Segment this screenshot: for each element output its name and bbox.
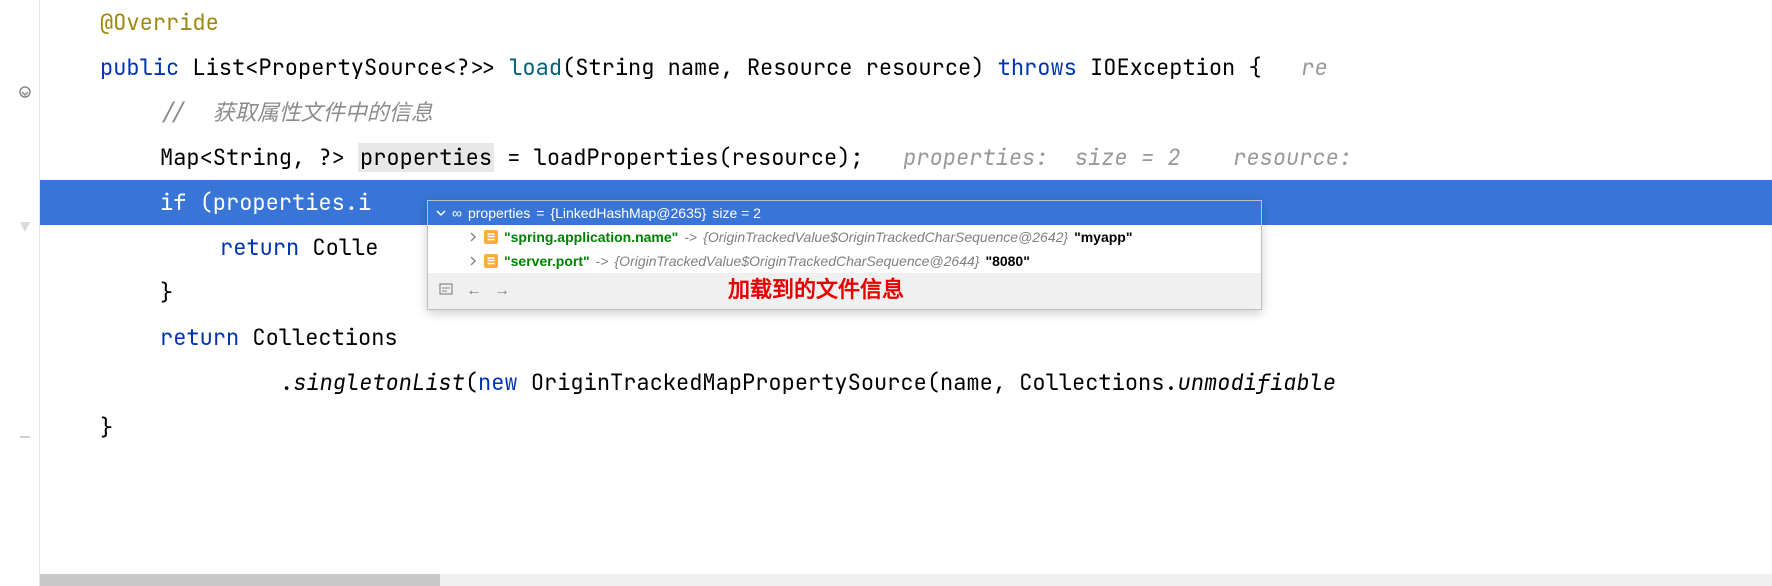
code-line: return Collections — [40, 315, 1772, 360]
nav-forward-icon[interactable]: → — [494, 282, 510, 300]
scrollbar-thumb[interactable] — [40, 574, 440, 586]
entry-key: "server.port" — [504, 253, 590, 269]
map-entry-icon: ☰ — [484, 254, 498, 268]
object-reference: {OriginTrackedValue$OriginTrackedCharSeq… — [703, 229, 1068, 245]
code-line: // 获取属性文件中的信息 — [40, 90, 1772, 135]
editor-gutter — [0, 0, 40, 586]
method-name: load — [509, 53, 562, 82]
chevron-right-icon[interactable] — [468, 256, 478, 266]
debug-entry-row[interactable]: ☰ "server.port" -> {OriginTrackedValue$O… — [428, 249, 1261, 273]
entry-value: "myapp" — [1074, 229, 1132, 245]
horizontal-scrollbar[interactable] — [40, 574, 1772, 586]
user-annotation: 加载到的文件信息 — [728, 272, 904, 304]
breakpoint-marker-icon[interactable] — [18, 220, 32, 234]
comment: // 获取属性文件中的信息 — [160, 98, 433, 127]
nav-back-icon[interactable]: ← — [466, 282, 482, 300]
debug-popup-toolbar: ← → 加载到的文件信息 — [428, 273, 1261, 309]
chevron-down-icon[interactable] — [436, 208, 446, 218]
entry-key: "spring.application.name" — [504, 229, 678, 245]
set-value-icon[interactable] — [438, 281, 454, 302]
code-line: .singletonList(new OriginTrackedMapPrope… — [40, 360, 1772, 405]
method-override-icon[interactable] — [18, 85, 32, 99]
code-line: } — [40, 405, 1772, 450]
code-line: public List<PropertySource<?>> load(Stri… — [40, 45, 1772, 90]
debug-entry-row[interactable]: ☰ "spring.application.name" -> {OriginTr… — [428, 225, 1261, 249]
debug-variable-popup: ∞ properties = {LinkedHashMap@2635} size… — [427, 200, 1262, 310]
entry-value: "8080" — [985, 253, 1029, 269]
block-fold-icon[interactable] — [18, 430, 32, 444]
map-entry-icon: ☰ — [484, 230, 498, 244]
code-line: @Override — [40, 0, 1772, 45]
inline-hint: re — [1301, 53, 1327, 82]
keyword: public — [100, 53, 179, 82]
object-icon: ∞ — [452, 205, 462, 221]
inline-debug-hint: properties: size = 2 resource: — [903, 143, 1352, 172]
object-reference: {OriginTrackedValue$OriginTrackedCharSeq… — [615, 253, 980, 269]
code-editor: @Override public List<PropertySource<?>>… — [0, 0, 1772, 586]
chevron-right-icon[interactable] — [468, 232, 478, 242]
variable-name: properties — [468, 205, 530, 221]
variable-highlight[interactable]: properties — [358, 143, 494, 172]
annotation: @Override — [100, 8, 219, 37]
code-line: Map<String, ?> properties = loadProperti… — [40, 135, 1772, 180]
debug-popup-header[interactable]: ∞ properties = {LinkedHashMap@2635} size… — [428, 201, 1261, 225]
